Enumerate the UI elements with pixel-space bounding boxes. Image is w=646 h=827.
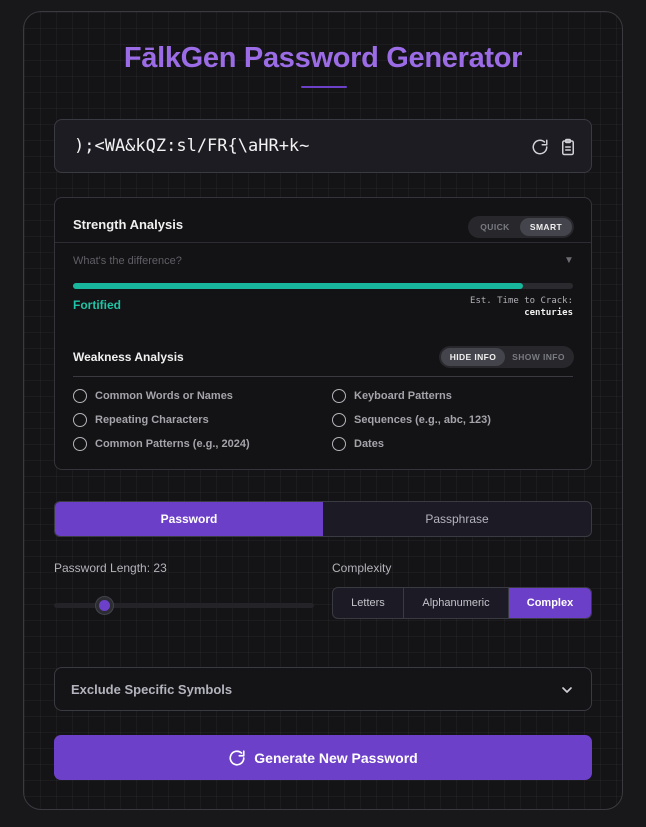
mode-smart[interactable]: SMART — [520, 218, 572, 236]
crack-time-value: centuries — [524, 308, 573, 318]
show-info-option[interactable]: SHOW INFO — [505, 348, 572, 366]
weakness-label: Sequences (e.g., abc, 123) — [354, 414, 491, 426]
page-title: FālkGen Password Generator — [123, 42, 523, 74]
complexity-complex[interactable]: Complex — [509, 588, 591, 618]
status-circle-icon — [73, 389, 87, 403]
mode-tabs: Password Passphrase — [54, 501, 592, 537]
weakness-item: Common Patterns (e.g., 2024) — [73, 437, 250, 451]
weakness-info-toggle: HIDE INFO SHOW INFO — [439, 346, 574, 368]
generate-button[interactable]: Generate New Password — [54, 735, 592, 780]
weakness-item: Keyboard Patterns — [332, 389, 452, 403]
weakness-label: Dates — [354, 438, 384, 450]
hide-info-option[interactable]: HIDE INFO — [441, 348, 505, 366]
weakness-label: Repeating Characters — [95, 414, 209, 426]
password-display: );<WA&kQZ:sl/FR{\aHR+k~ — [54, 119, 592, 173]
length-label: Password Length: 23 — [54, 561, 167, 575]
caret-down-icon[interactable]: ▼ — [564, 255, 574, 266]
status-circle-icon — [332, 437, 346, 451]
difference-hint[interactable]: What's the difference? — [73, 255, 182, 267]
strength-title: Strength Analysis — [73, 217, 184, 232]
complexity-selector: Letters Alphanumeric Complex — [332, 587, 592, 619]
clipboard-icon[interactable] — [557, 136, 579, 158]
tab-password[interactable]: Password — [55, 502, 323, 536]
complexity-letters[interactable]: Letters — [333, 588, 404, 618]
length-slider-thumb[interactable] — [96, 597, 113, 614]
strength-bar-fill — [73, 283, 523, 289]
status-circle-icon — [332, 413, 346, 427]
status-circle-icon — [73, 413, 87, 427]
weakness-item: Dates — [332, 437, 384, 451]
strength-bar — [73, 283, 573, 289]
generator-card: FālkGen Password Generator );<WA&kQZ:sl/… — [23, 11, 623, 810]
weakness-item: Common Words or Names — [73, 389, 233, 403]
title-underline — [301, 86, 347, 88]
weakness-divider — [73, 376, 573, 377]
refresh-icon[interactable] — [529, 136, 551, 158]
exclude-symbols-dropdown[interactable]: Exclude Specific Symbols — [54, 667, 592, 711]
generate-label: Generate New Password — [254, 749, 418, 766]
mode-quick[interactable]: QUICK — [470, 218, 520, 236]
strength-panel: Strength Analysis QUICK SMART What's the… — [54, 197, 592, 470]
length-slider-track[interactable] — [54, 603, 314, 608]
weakness-item: Sequences (e.g., abc, 123) — [332, 413, 491, 427]
complexity-alphanumeric[interactable]: Alphanumeric — [404, 588, 509, 618]
weakness-label: Keyboard Patterns — [354, 390, 452, 402]
weakness-label: Common Words or Names — [95, 390, 233, 402]
weakness-item: Repeating Characters — [73, 413, 209, 427]
crack-time-label: Est. Time to Crack: — [470, 296, 573, 306]
strength-divider — [55, 242, 591, 243]
strength-mode-toggle: QUICK SMART — [468, 216, 574, 238]
password-text[interactable]: );<WA&kQZ:sl/FR{\aHR+k~ — [74, 136, 309, 156]
chevron-down-icon — [562, 687, 572, 693]
weakness-label: Common Patterns (e.g., 2024) — [95, 438, 250, 450]
exclude-symbols-label: Exclude Specific Symbols — [71, 682, 233, 697]
complexity-label: Complexity — [332, 561, 392, 575]
tab-passphrase[interactable]: Passphrase — [323, 502, 591, 536]
refresh-icon — [229, 749, 245, 766]
weakness-title: Weakness Analysis — [73, 350, 184, 364]
status-circle-icon — [332, 389, 346, 403]
status-circle-icon — [73, 437, 87, 451]
strength-rating: Fortified — [73, 298, 121, 312]
